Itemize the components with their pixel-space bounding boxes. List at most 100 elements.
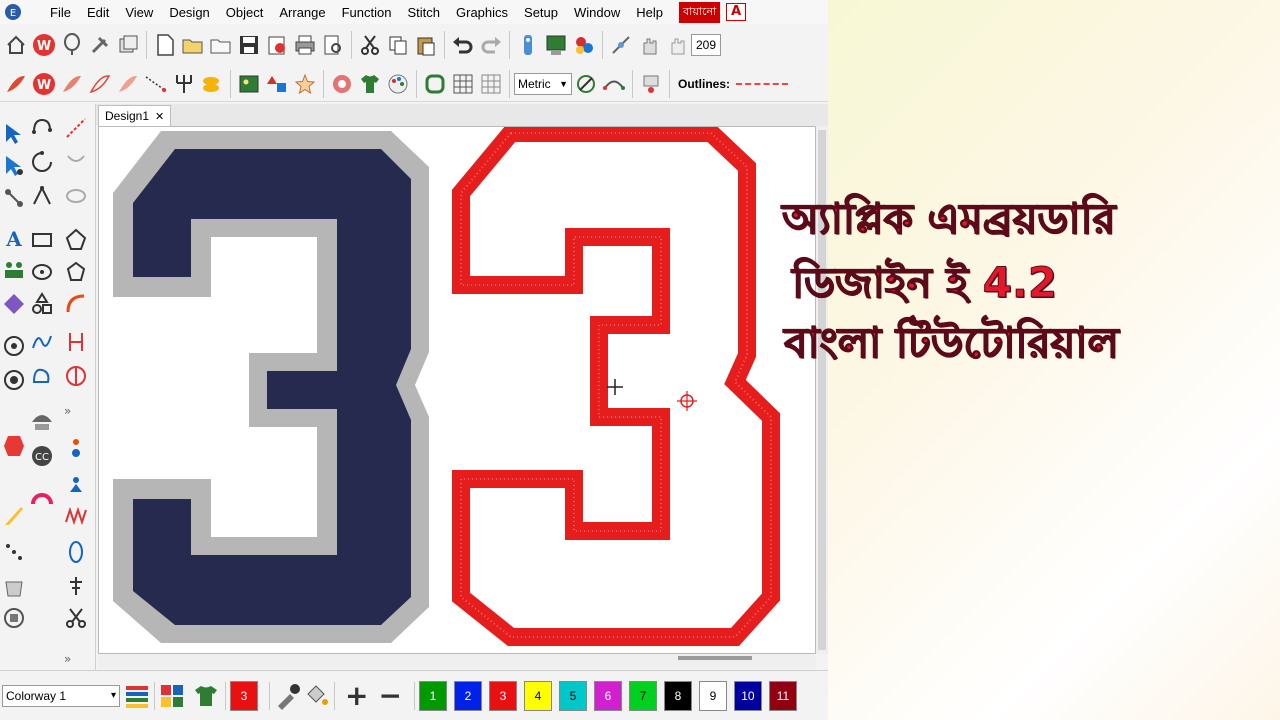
reshape-icon[interactable]	[608, 31, 634, 59]
star-icon[interactable]	[292, 70, 318, 98]
team-names-icon[interactable]	[2, 258, 26, 282]
blackwork-icon[interactable]	[64, 540, 88, 564]
close-icon[interactable]: ✕	[155, 110, 164, 123]
rectangle-icon[interactable]	[30, 228, 54, 252]
design-canvas[interactable]	[98, 126, 816, 654]
menu-edit[interactable]: Edit	[79, 5, 117, 20]
swatch-5[interactable]: 5	[558, 680, 587, 711]
select-arrow-icon[interactable]	[2, 122, 26, 146]
curve-tool-icon[interactable]	[64, 292, 88, 316]
swatch-4[interactable]: 4	[523, 680, 552, 711]
menu-setup[interactable]: Setup	[516, 5, 566, 20]
outline-dash-preview[interactable]	[736, 82, 789, 85]
swatch-3[interactable]: 3	[488, 680, 517, 711]
circle-tool-icon[interactable]	[2, 334, 26, 358]
ellipse-icon[interactable]	[30, 260, 54, 284]
input-c-icon[interactable]	[30, 184, 54, 208]
hand-icon[interactable]	[636, 31, 662, 59]
menu-window[interactable]: Window	[566, 5, 628, 20]
thread-chart-icon[interactable]	[124, 682, 150, 710]
knife-icon[interactable]	[2, 504, 26, 528]
column-icon[interactable]	[64, 330, 88, 354]
monogram-icon[interactable]	[329, 70, 355, 98]
hoop-icon[interactable]	[422, 70, 448, 98]
copy-icon[interactable]	[385, 31, 411, 59]
closed-curve-icon[interactable]	[30, 364, 54, 388]
menu-help[interactable]: Help	[628, 5, 671, 20]
swatch-10[interactable]: 10	[733, 680, 762, 711]
colorway-select[interactable]: Colorway 1 ▾	[2, 684, 120, 707]
units-select[interactable]: Metric ▼	[514, 72, 572, 95]
stitch-points-icon[interactable]	[2, 540, 26, 564]
swatch-2[interactable]: 2	[453, 680, 482, 711]
input-a-icon[interactable]	[30, 116, 54, 140]
tab-design1[interactable]: Design1 ✕	[98, 105, 172, 126]
arc-icon[interactable]	[30, 484, 54, 508]
fish-icon[interactable]	[199, 70, 225, 98]
paste-icon[interactable]	[413, 31, 439, 59]
oval-bracket-icon[interactable]	[64, 184, 88, 208]
menu-object[interactable]: Object	[218, 5, 272, 20]
menu-graphics[interactable]: Graphics	[448, 5, 516, 20]
open-folder-icon[interactable]	[180, 31, 206, 59]
color-shapes-icon[interactable]	[571, 31, 597, 59]
satin-feather-icon[interactable]	[3, 70, 29, 98]
fabric-icon[interactable]	[30, 410, 54, 434]
new-file-icon[interactable]	[152, 31, 178, 59]
curve-arrow-icon[interactable]	[601, 70, 627, 98]
scissors-icon[interactable]	[64, 606, 88, 630]
tshirt-icon[interactable]	[357, 70, 383, 98]
motif-run-icon[interactable]	[64, 436, 88, 460]
tools-icon[interactable]	[87, 31, 113, 59]
shapes-icon[interactable]	[264, 70, 290, 98]
print-preview-icon[interactable]	[320, 31, 346, 59]
applique-icon[interactable]	[2, 434, 26, 458]
horizontal-scrollbar[interactable]	[98, 654, 816, 668]
menu-file[interactable]: File	[42, 5, 79, 20]
swatch-9[interactable]: 9	[698, 680, 727, 711]
zoom-input[interactable]	[691, 34, 721, 56]
cc-icon[interactable]: CC	[30, 444, 54, 468]
palette-icon[interactable]	[385, 70, 411, 98]
target-icon[interactable]	[2, 368, 26, 392]
cut-icon[interactable]	[357, 31, 383, 59]
polygon-icon[interactable]	[64, 228, 88, 252]
needle-settings-icon[interactable]	[638, 70, 664, 98]
menu-arrange[interactable]: Arrange	[271, 5, 333, 20]
save-icon[interactable]	[236, 31, 262, 59]
menu-view[interactable]: View	[117, 5, 161, 20]
column-b-icon[interactable]	[64, 364, 88, 388]
motif-fill-icon[interactable]	[64, 472, 88, 496]
horizontal-scroll-thumb[interactable]	[678, 656, 752, 660]
color-grid-icon[interactable]	[159, 683, 185, 709]
add-color-button[interactable]: +	[345, 681, 368, 710]
swatch-8[interactable]: 8	[663, 680, 692, 711]
paint-bucket-icon[interactable]	[302, 682, 330, 710]
reshape-arrow-icon[interactable]	[2, 154, 26, 178]
current-color-swatch[interactable]: 3	[230, 680, 258, 711]
swatch-7[interactable]: 7	[628, 680, 657, 711]
print-icon[interactable]	[292, 31, 318, 59]
balloon-icon[interactable]	[59, 31, 85, 59]
pitchfork-icon[interactable]	[171, 70, 197, 98]
eyedropper-icon[interactable]	[274, 682, 302, 710]
redo-icon[interactable]	[478, 31, 504, 59]
layers-icon[interactable]	[115, 31, 141, 59]
undo-icon[interactable]	[450, 31, 476, 59]
expand-chevron-bottom[interactable]: »	[64, 652, 71, 666]
export-icon[interactable]	[264, 31, 290, 59]
elements-icon[interactable]	[2, 292, 26, 316]
outline-feather-icon[interactable]	[87, 70, 113, 98]
open-curve-icon[interactable]	[30, 330, 54, 354]
menu-design[interactable]: Design	[161, 5, 217, 20]
picture-icon[interactable]	[236, 70, 262, 98]
lettering-icon[interactable]: A	[2, 226, 26, 250]
pentagon-icon[interactable]	[64, 260, 88, 284]
zigzag-icon[interactable]	[64, 504, 88, 528]
measure-icon[interactable]	[573, 70, 599, 98]
expand-chevron[interactable]: »	[64, 404, 71, 418]
menu-function[interactable]: Function	[334, 5, 400, 20]
home-icon[interactable]	[3, 31, 29, 59]
shapes-tool-icon[interactable]	[30, 292, 54, 316]
shirt-color-icon[interactable]	[193, 683, 221, 709]
